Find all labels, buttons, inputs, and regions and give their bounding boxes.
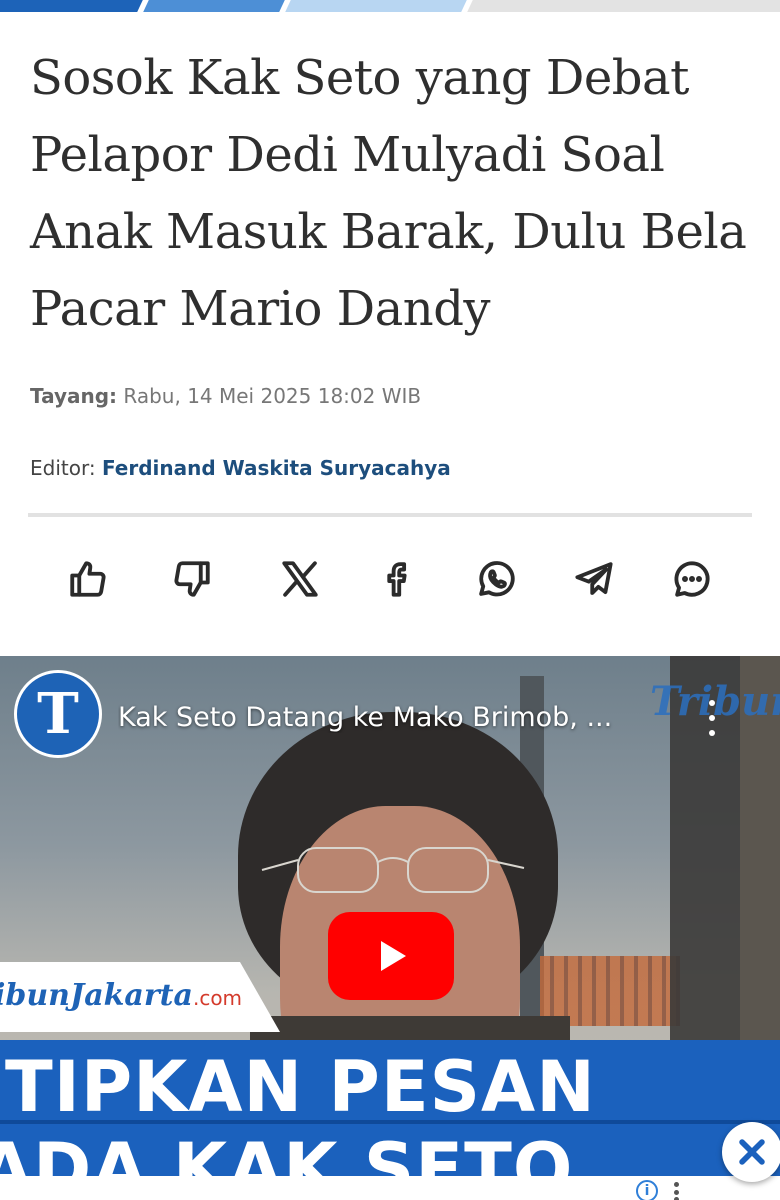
embedded-video-player[interactable]: T TribunN Kak Seto Datang ke Mako Brimob… — [0, 656, 780, 1200]
whatsapp-icon — [479, 561, 515, 597]
telegram-icon — [575, 562, 613, 595]
caption-line-1: ITIPKAN PESAN — [0, 1046, 596, 1128]
close-icon — [739, 1139, 765, 1165]
thumbs-down-icon — [174, 561, 210, 597]
published-label: Tayang: — [30, 384, 118, 408]
channel-logo[interactable]: T — [14, 670, 102, 758]
editor-label: Editor: — [30, 456, 96, 480]
ad-strip — [0, 1176, 780, 1200]
progress-segment-4 — [467, 0, 780, 12]
brand-name: ibunJakarta — [0, 978, 193, 1013]
publish-info: Tayang: Rabu, 14 Mei 2025 18:02 WIB — [30, 384, 421, 408]
video-title[interactable]: Kak Seto Datang ke Mako Brimob, ... — [118, 702, 678, 733]
video-more-options-icon[interactable] — [700, 696, 724, 740]
dislike-button[interactable] — [164, 548, 220, 610]
share-facebook-button[interactable] — [370, 548, 426, 610]
caption-stripe — [0, 1120, 780, 1124]
comment-button[interactable] — [664, 548, 720, 610]
ad-info-icon[interactable]: i — [636, 1180, 658, 1200]
ad-options-icon[interactable] — [672, 1182, 680, 1200]
glasses-shape — [261, 847, 525, 893]
published-date: Rabu, 14 Mei 2025 18:02 WIB — [123, 384, 422, 408]
thumbs-up-icon — [70, 561, 106, 597]
close-ad-button[interactable] — [722, 1122, 780, 1182]
share-x-button[interactable] — [272, 548, 328, 610]
play-button[interactable] — [328, 912, 454, 1000]
share-bar — [40, 548, 740, 610]
editor-name-link[interactable]: Ferdinand Waskita Suryacahya — [102, 456, 451, 480]
share-whatsapp-button[interactable] — [468, 548, 524, 610]
facebook-icon — [387, 562, 407, 597]
article-headline: Sosok Kak Seto yang Debat Pelapor Dedi M… — [30, 50, 747, 337]
x-logo-icon — [282, 561, 318, 597]
progress-segment-1 — [0, 0, 143, 12]
progress-segment-2 — [143, 0, 285, 12]
brand-text: ibunJakarta.com — [0, 978, 242, 1013]
comment-icon — [674, 561, 710, 597]
brand-suffix: .com — [192, 986, 243, 1010]
like-button[interactable] — [60, 548, 116, 610]
progress-segment-3 — [285, 0, 467, 12]
share-telegram-button[interactable] — [566, 548, 622, 610]
play-icon — [381, 941, 406, 971]
channel-logo-letter: T — [37, 681, 79, 747]
editor-info: Editor: Ferdinand Waskita Suryacahya — [30, 456, 451, 480]
divider — [28, 513, 752, 517]
top-progress-bar — [0, 0, 780, 12]
